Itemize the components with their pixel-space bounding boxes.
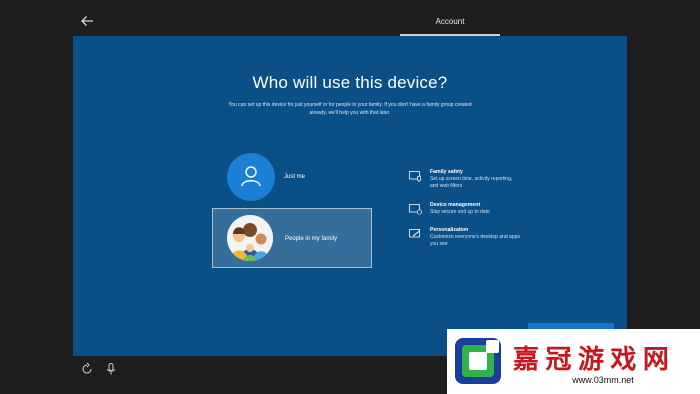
watermark-char: 游 — [577, 345, 604, 375]
ease-of-access-icon[interactable] — [80, 362, 94, 376]
option-family[interactable]: People in my family — [212, 208, 372, 268]
microphone-icon[interactable] — [104, 362, 118, 376]
option-just-me[interactable]: Just me — [212, 149, 372, 205]
watermark-char: 戏 — [610, 345, 637, 375]
watermark-char: 网 — [642, 345, 669, 375]
device-management-icon — [409, 204, 422, 215]
oobe-panel: Who will use this device? You can set up… — [73, 36, 627, 356]
arrow-left-icon[interactable] — [78, 12, 96, 30]
main-heading: Who will use this device? — [252, 73, 448, 92]
feature-description: Stay secure and up to date — [430, 209, 490, 215]
feature-description: Set up screen time, activity reporting, … — [430, 176, 513, 189]
watermark-char: 嘉 — [513, 345, 540, 375]
description-text: You can set up this device for just your… — [228, 102, 472, 116]
feature-title: Device management — [430, 202, 481, 208]
feature-title: Personalization — [430, 227, 469, 233]
feature-description: Customize everyone's desktop and apps yo… — [430, 234, 520, 247]
site-logo — [455, 338, 501, 384]
title-bar: Account — [0, 0, 700, 36]
family-avatar-icon — [227, 215, 273, 261]
watermark-brand: 嘉 冠 游 戏 网 — [513, 339, 671, 375]
feature-title: Family safety — [430, 169, 463, 175]
watermark-url: www.03mm.net — [572, 375, 634, 385]
personalization-icon — [409, 229, 421, 238]
option-label: People in my family — [285, 236, 338, 242]
page-title: Account — [435, 17, 465, 26]
family-safety-icon — [409, 171, 421, 182]
option-label: Just me — [284, 174, 306, 180]
watermark-char: 冠 — [545, 345, 572, 375]
person-icon — [227, 153, 275, 201]
watermark: 嘉 冠 游 戏 网 www.03mm.net — [447, 329, 700, 394]
